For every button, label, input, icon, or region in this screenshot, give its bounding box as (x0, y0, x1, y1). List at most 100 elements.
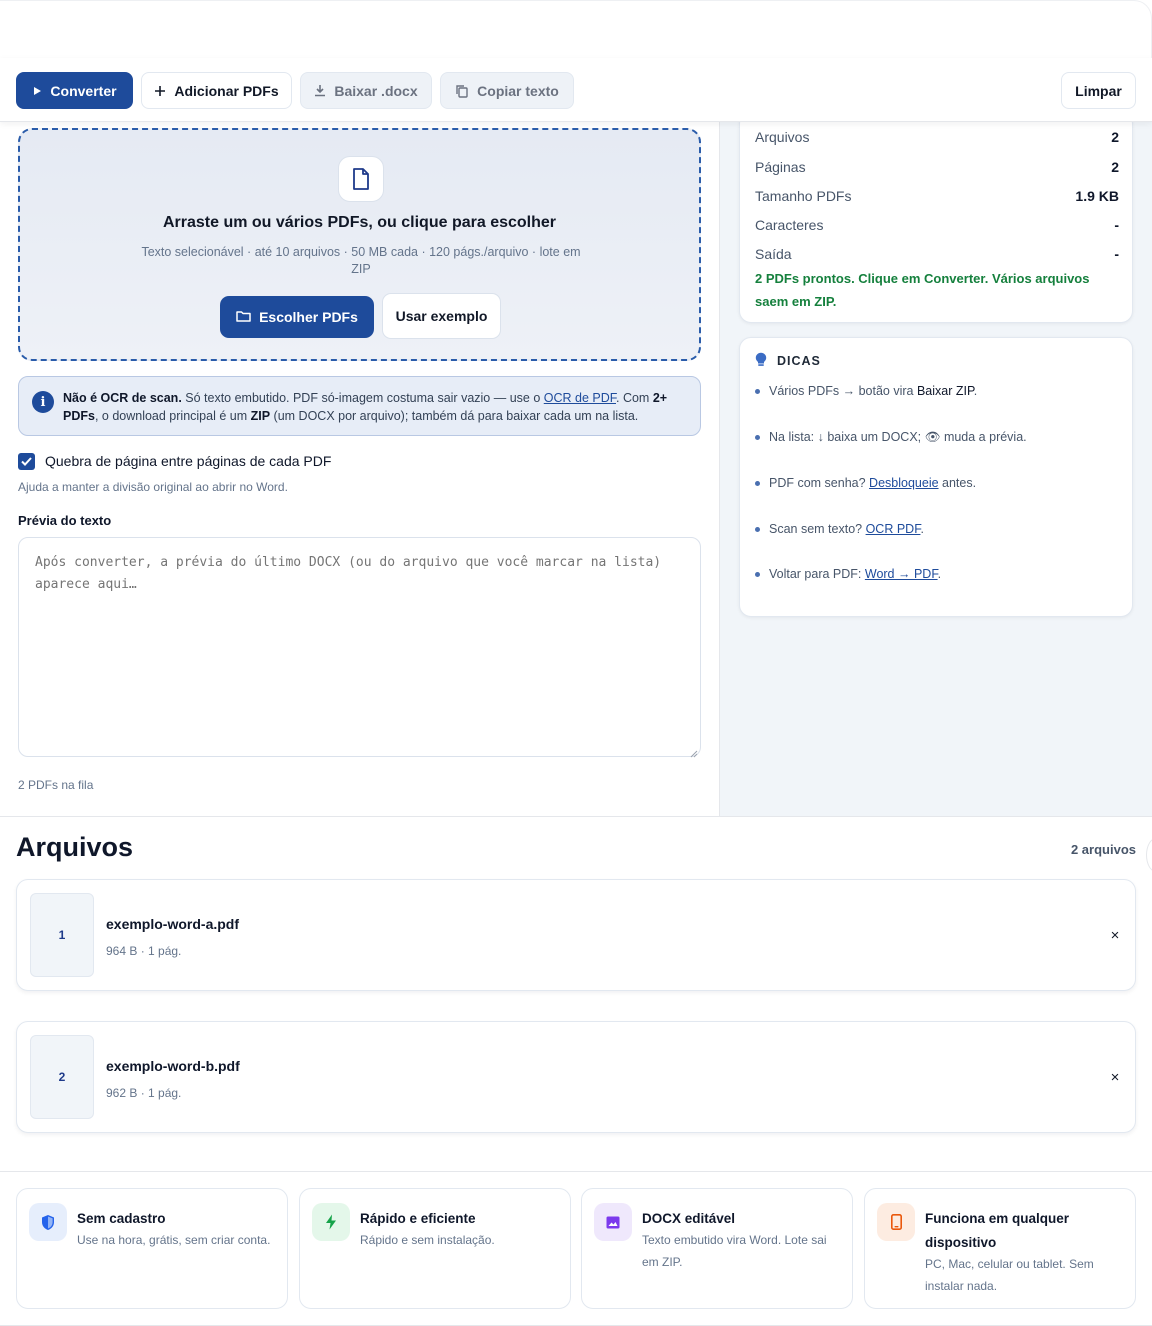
file-name: exemplo-word-a.pdf (106, 916, 240, 932)
tip-item: PDF com senha? Desbloqueie antes. (755, 476, 976, 490)
feature-no-signup: Sem cadastro Use na hora, grátis, sem cr… (16, 1188, 288, 1309)
add-pdfs-label: Adicionar PDFs (174, 82, 279, 99)
stat-row-size: Tamanho PDFs 1.9 KB (755, 188, 1119, 204)
tip-text: PDF com senha? Desbloqueie antes. (769, 476, 976, 490)
convert-button[interactable]: Converter (16, 72, 133, 109)
download-docx-label: Baixar .docx (334, 82, 418, 99)
feature-title: Funciona em qualquer dispositivo (925, 1211, 1070, 1250)
tip-pre: PDF com senha? (769, 476, 870, 490)
tip-item: Vários PDFs → botão vira Baixar ZIP. (755, 384, 977, 398)
tip-item: Na lista: ↓ baixa um DOCX; 👁 muda a prév… (755, 430, 1027, 445)
page-break-label[interactable]: Quebra de página entre páginas de cada P… (45, 453, 331, 469)
section-divider (0, 1171, 1152, 1172)
file-card[interactable]: 1 exemplo-word-a.pdf 964 B · 1 pág. × (16, 879, 1136, 991)
status-message: 2 PDFs prontos. Clique em Converter. Vár… (755, 271, 1090, 309)
ocr-link[interactable]: OCR PDF (866, 522, 921, 536)
feature-desc: Use na hora, grátis, sem criar conta. (77, 1233, 271, 1247)
stat-value: 2 (1111, 129, 1119, 145)
tip-pre: Vários PDFs → botão vira (769, 384, 917, 398)
tips-heading: DICAS (755, 352, 821, 370)
tip-post: . (973, 384, 978, 398)
preview-textarea[interactable] (18, 537, 701, 757)
page-break-checkbox[interactable] (18, 453, 35, 470)
clear-button[interactable]: Limpar (1061, 72, 1136, 109)
preview-label: Prévia do texto (18, 513, 112, 528)
word-to-pdf-link[interactable]: Word → PDF (865, 567, 938, 581)
feature-fast: Rápido e eficiente Rápido e sem instalaç… (299, 1188, 571, 1309)
stat-key: Caracteres (755, 217, 824, 233)
files-count: 2 arquivos (1070, 842, 1136, 857)
download-icon (314, 84, 326, 97)
stat-row-pages: Páginas 2 (755, 159, 1119, 175)
feature-desc: PC, Mac, celular ou tablet. Sem instalar… (925, 1257, 1094, 1293)
choose-pdfs-button[interactable]: Escolher PDFs (220, 296, 374, 338)
shield-icon (29, 1203, 67, 1241)
stat-key: Arquivos (755, 129, 810, 145)
file-name: exemplo-word-b.pdf (106, 1058, 240, 1074)
bullet-icon (755, 388, 760, 394)
files-title: Arquivos (16, 832, 134, 862)
toolbar: Converter Adicionar PDFs Baixar .docx Co… (0, 58, 1152, 122)
plus-icon (154, 85, 166, 97)
feature-title: DOCX editável (642, 1211, 736, 1226)
bullet-icon (755, 571, 760, 577)
tip-post: . (920, 522, 924, 536)
page-break-help: Ajuda a manter a divisão original ao abr… (18, 480, 288, 494)
bullet-icon (755, 435, 760, 440)
stats-card: Arquivos 2 Páginas 2 Tamanho PDFs 1.9 KB… (739, 112, 1133, 323)
phone-icon (877, 1203, 915, 1241)
notice-bold-1: Não é OCR de scan. (63, 391, 182, 405)
notice-text-1: Só texto embutido. PDF só-imagem costuma… (181, 391, 544, 405)
bullet-icon (755, 526, 760, 532)
stat-value: 2 (1111, 159, 1119, 175)
tip-item: Scan sem texto? OCR PDF. (755, 522, 924, 536)
tip-bold: Baixar ZIP (916, 384, 974, 398)
folder-icon (236, 309, 251, 325)
choose-pdfs-label: Escolher PDFs (259, 309, 358, 325)
convert-button-label: Converter (50, 82, 117, 99)
notice-text-2: . Com (616, 391, 653, 405)
notice-text: Não é OCR de scan. Só texto embutido. PD… (63, 389, 683, 425)
queue-status: 2 PDFs na fila (18, 778, 94, 792)
file-card[interactable]: 2 exemplo-word-b.pdf 962 B · 1 pág. × (16, 1021, 1136, 1133)
use-example-button[interactable]: Usar exemplo (382, 293, 501, 339)
tip-pre: Voltar para PDF: (769, 567, 865, 581)
file-meta: 964 B · 1 pág. (106, 944, 182, 958)
notice-text-3: , o download principal é um (94, 409, 251, 423)
pdf-dropzone[interactable]: Arraste um ou vários PDFs, ou clique par… (18, 128, 701, 361)
checkmark-icon (21, 453, 32, 471)
ocr-pdf-link[interactable]: OCR de PDF (544, 391, 616, 405)
tip-pre: Scan sem texto? (769, 522, 866, 536)
remove-file-button[interactable]: × (1109, 1069, 1121, 1086)
tip-text: Scan sem texto? OCR PDF. (769, 522, 924, 536)
bolt-icon (312, 1203, 350, 1241)
dropzone-subtitle: Texto selecionável · até 10 arquivos · 5… (141, 245, 581, 276)
tip-text: Vários PDFs → botão vira Baixar ZIP. (769, 384, 977, 398)
dropzone-title: Arraste um ou vários PDFs, ou clique par… (162, 214, 556, 231)
stat-key: Tamanho PDFs (755, 188, 852, 204)
feature-title: Rápido e eficiente (360, 1211, 476, 1226)
feature-any-device: Funciona em qualquer dispositivo PC, Mac… (864, 1188, 1136, 1309)
info-icon: i (32, 391, 54, 413)
resize-grip-icon[interactable] (689, 745, 698, 758)
tips-heading-label: DICAS (777, 354, 821, 368)
section-divider (0, 816, 1152, 817)
notice-text-4: (um DOCX por arquivo); também dá para ba… (270, 409, 639, 423)
file-meta: 962 B · 1 pág. (106, 1086, 182, 1100)
copy-text-label: Copiar texto (477, 82, 559, 99)
add-pdfs-button[interactable]: Adicionar PDFs (141, 72, 292, 109)
lightbulb-icon (755, 352, 767, 370)
feature-title: Sem cadastro (77, 1211, 166, 1226)
unlock-link[interactable]: Desbloqueie (869, 476, 939, 490)
stat-row-files: Arquivos 2 (755, 129, 1119, 145)
scroll-edge-indicator (1146, 838, 1152, 872)
download-docx-button[interactable]: Baixar .docx (300, 72, 432, 109)
ocr-notice: i Não é OCR de scan. Só texto embutido. … (18, 376, 701, 436)
stat-key: Saída (755, 246, 792, 262)
copy-icon (455, 84, 469, 98)
tips-card: DICAS Vários PDFs → botão vira Baixar ZI… (739, 337, 1133, 617)
stat-key: Páginas (755, 159, 806, 175)
remove-file-button[interactable]: × (1109, 927, 1121, 944)
copy-text-button[interactable]: Copiar texto (440, 72, 574, 109)
file-icon (338, 156, 384, 202)
